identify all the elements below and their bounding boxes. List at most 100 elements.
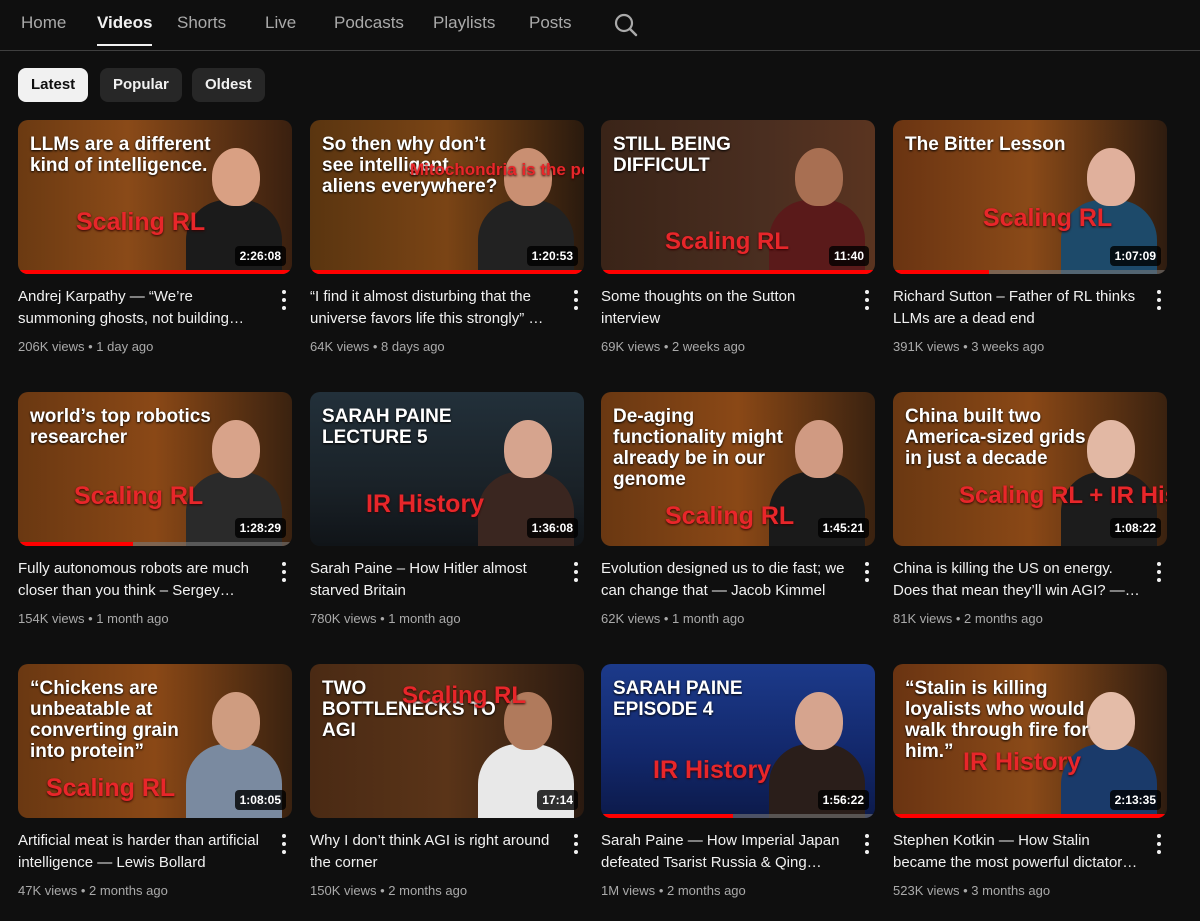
upload-age: 1 day ago (96, 339, 154, 354)
video-meta: 1M views • 2 months ago (601, 883, 746, 898)
video-thumbnail[interactable]: De-aging functionality might already be … (601, 392, 875, 546)
video-meta: 780K views • 1 month ago (310, 611, 461, 626)
thumbnail-caption: SARAH PAINE EPISODE 4 (613, 678, 743, 720)
video-thumbnail[interactable]: TWO BOTTLENECKS TO AGI Scaling RL 17:14 (310, 664, 584, 818)
duration-badge: 1:36:08 (526, 518, 578, 538)
video-title[interactable]: Some thoughts on the Sutton interview (601, 286, 849, 330)
video-title[interactable]: Sarah Paine — How Imperial Japan defeate… (601, 830, 849, 874)
duration-badge: 2:13:35 (1109, 790, 1161, 810)
more-options-icon[interactable] (566, 560, 586, 584)
video-title[interactable]: Fully autonomous robots are much closer … (18, 558, 266, 602)
video-card[interactable]: China built two America-sized grids in j… (893, 392, 1185, 626)
video-thumbnail[interactable]: STILL BEING DIFFICULT Scaling RL 11:40 (601, 120, 875, 274)
thumbnail-caption: De-aging functionality might already be … (613, 406, 783, 490)
upload-age: 3 weeks ago (971, 339, 1045, 354)
view-count: 150K views (310, 883, 377, 898)
watch-progress-fill (18, 542, 134, 546)
video-meta: 62K views • 1 month ago (601, 611, 744, 626)
duration-badge: 1:07:09 (1109, 246, 1161, 266)
video-thumbnail[interactable]: SARAH PAINE EPISODE 4 IR History 1:56:22 (601, 664, 875, 818)
search-icon[interactable] (613, 12, 639, 38)
video-thumbnail[interactable]: China built two America-sized grids in j… (893, 392, 1167, 546)
more-options-icon[interactable] (566, 288, 586, 312)
view-count: 523K views (893, 883, 960, 898)
more-options-icon[interactable] (857, 288, 877, 312)
tab-videos[interactable]: Videos (97, 13, 153, 46)
view-count: 780K views (310, 611, 377, 626)
thumbnail-caption: The Bitter Lesson (905, 134, 1066, 155)
watch-progress-fill (18, 270, 292, 274)
video-thumbnail[interactable]: The Bitter Lesson Scaling RL 1:07:09 (893, 120, 1167, 274)
video-card[interactable]: TWO BOTTLENECKS TO AGI Scaling RL 17:14 … (310, 664, 602, 898)
thumbnail-caption: China built two America-sized grids in j… (905, 406, 1086, 469)
video-title[interactable]: Stephen Kotkin — How Stalin became the m… (893, 830, 1141, 874)
thumbnail-tag: Mitochondria is the powerhouse of the ce… (410, 160, 584, 179)
more-options-icon[interactable] (566, 832, 586, 856)
video-title[interactable]: Artificial meat is harder than artificia… (18, 830, 266, 874)
video-thumbnail[interactable]: “Stalin is killing loyalists who would w… (893, 664, 1167, 818)
video-card[interactable]: The Bitter Lesson Scaling RL 1:07:09 Ric… (893, 120, 1185, 354)
watch-progress-fill (893, 814, 1167, 818)
watch-progress-bar (18, 542, 292, 546)
video-card[interactable]: STILL BEING DIFFICULT Scaling RL 11:40 S… (601, 120, 893, 354)
video-title[interactable]: Sarah Paine – How Hitler almost starved … (310, 558, 558, 602)
watch-progress-bar (893, 814, 1167, 818)
channel-tabs: Home Videos Shorts Live Podcasts Playlis… (0, 0, 1200, 51)
video-title[interactable]: Why I don’t think AGI is right around th… (310, 830, 558, 874)
video-meta: 206K views • 1 day ago (18, 339, 153, 354)
thumbnail-caption: LLMs are a different kind of intelligenc… (30, 134, 211, 176)
duration-badge: 1:56:22 (817, 790, 869, 810)
duration-badge: 1:20:53 (526, 246, 578, 266)
video-thumbnail[interactable]: LLMs are a different kind of intelligenc… (18, 120, 292, 274)
video-title[interactable]: Richard Sutton – Father of RL thinks LLM… (893, 286, 1141, 330)
video-card[interactable]: world’s top robotics researcher Scaling … (18, 392, 310, 626)
tab-podcasts[interactable]: Podcasts (334, 13, 404, 44)
video-title[interactable]: Andrej Karpathy — “We’re summoning ghost… (18, 286, 266, 330)
more-options-icon[interactable] (857, 560, 877, 584)
more-options-icon[interactable] (857, 832, 877, 856)
more-options-icon[interactable] (1149, 288, 1169, 312)
tab-home[interactable]: Home (21, 13, 66, 44)
video-card[interactable]: LLMs are a different kind of intelligenc… (18, 120, 310, 354)
video-thumbnail[interactable]: world’s top robotics researcher Scaling … (18, 392, 292, 546)
chip-latest[interactable]: Latest (18, 68, 89, 102)
video-card[interactable]: SARAH PAINE EPISODE 4 IR History 1:56:22… (601, 664, 893, 898)
meta-separator: • (80, 883, 90, 898)
more-options-icon[interactable] (1149, 560, 1169, 584)
more-options-icon[interactable] (1149, 832, 1169, 856)
more-options-icon[interactable] (274, 560, 294, 584)
tab-playlists[interactable]: Playlists (433, 13, 495, 44)
watch-progress-fill (310, 270, 584, 274)
video-title[interactable]: China is killing the US on energy. Does … (893, 558, 1141, 602)
more-options-icon[interactable] (274, 288, 294, 312)
duration-badge: 11:40 (828, 246, 869, 266)
chip-popular[interactable]: Popular (100, 68, 182, 102)
video-thumbnail[interactable]: SARAH PAINE LECTURE 5 IR History 1:36:08 (310, 392, 584, 546)
tab-live[interactable]: Live (265, 13, 296, 44)
thumbnail-tag: Scaling RL (76, 208, 206, 236)
video-meta: 47K views • 2 months ago (18, 883, 168, 898)
upload-age: 2 months ago (89, 883, 168, 898)
chip-oldest[interactable]: Oldest (192, 68, 265, 102)
video-card[interactable]: So then why don’t see intelligent aliens… (310, 120, 602, 354)
thumbnail-caption: world’s top robotics researcher (30, 406, 211, 448)
upload-age: 8 days ago (381, 339, 445, 354)
video-thumbnail[interactable]: So then why don’t see intelligent aliens… (310, 120, 584, 274)
upload-age: 2 weeks ago (672, 339, 746, 354)
meta-separator: • (372, 339, 382, 354)
more-options-icon[interactable] (274, 832, 294, 856)
view-count: 69K views (601, 339, 661, 354)
video-title[interactable]: “I find it almost disturbing that the un… (310, 286, 558, 330)
tab-shorts[interactable]: Shorts (177, 13, 226, 44)
watch-progress-bar (310, 270, 584, 274)
video-card[interactable]: SARAH PAINE LECTURE 5 IR History 1:36:08… (310, 392, 602, 626)
watch-progress-fill (601, 270, 875, 274)
video-thumbnail[interactable]: “Chickens are unbeatable at converting g… (18, 664, 292, 818)
video-card[interactable]: De-aging functionality might already be … (601, 392, 893, 626)
video-card[interactable]: “Stalin is killing loyalists who would w… (893, 664, 1185, 898)
tab-posts[interactable]: Posts (529, 13, 572, 44)
thumbnail-tag: IR History (653, 756, 772, 784)
video-card[interactable]: “Chickens are unbeatable at converting g… (18, 664, 310, 898)
thumbnail-tag: Scaling RL (665, 502, 795, 530)
video-title[interactable]: Evolution designed us to die fast; we ca… (601, 558, 849, 602)
